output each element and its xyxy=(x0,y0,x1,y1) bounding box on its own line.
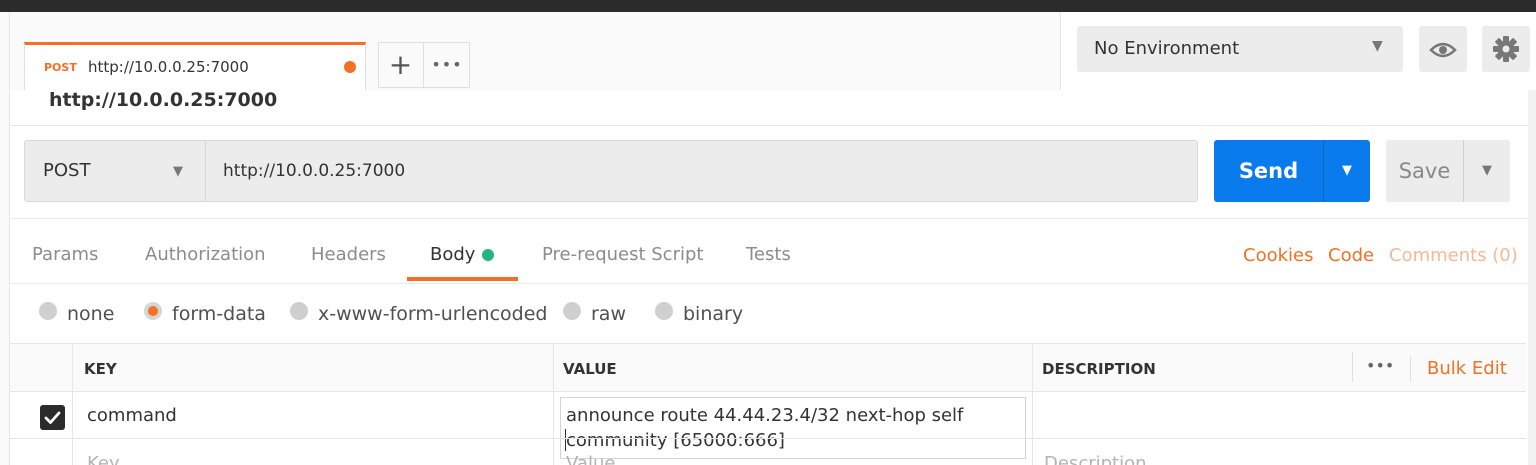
request-tab-url: http://10.0.0.25:7000 xyxy=(88,58,249,76)
column-divider xyxy=(1032,344,1033,465)
divider xyxy=(1352,352,1353,382)
table-header xyxy=(10,344,1526,392)
sidebar-edge xyxy=(0,12,10,465)
radio-form-data[interactable] xyxy=(144,302,162,320)
column-divider xyxy=(72,344,73,465)
save-button[interactable]: Save xyxy=(1386,140,1463,202)
row-key[interactable]: command xyxy=(87,405,177,426)
column-header-description: DESCRIPTION xyxy=(1042,360,1156,378)
send-button[interactable]: Send xyxy=(1214,140,1323,202)
table-more-button[interactable]: ••• xyxy=(1366,356,1394,375)
save-options-button[interactable]: ▼ xyxy=(1463,140,1510,202)
radio-raw-label[interactable]: raw xyxy=(591,303,626,325)
tab-headers[interactable]: Headers xyxy=(311,244,386,265)
divider xyxy=(10,218,1536,219)
tab-body[interactable]: Body xyxy=(430,244,475,265)
method-label: POST xyxy=(43,160,91,181)
body-indicator-dot-icon xyxy=(482,249,494,261)
active-tab-indicator xyxy=(407,277,518,281)
divider xyxy=(10,283,1536,284)
cookies-link[interactable]: Cookies xyxy=(1243,245,1313,266)
unsaved-dot-icon[interactable] xyxy=(344,61,356,73)
new-key-input[interactable]: Key xyxy=(87,453,120,465)
row-enabled-checkbox[interactable] xyxy=(40,405,65,430)
radio-x-www-form-urlencoded-label[interactable]: x-www-form-urlencoded xyxy=(318,303,547,325)
title-bar xyxy=(0,0,1536,12)
request-tab-method: POST xyxy=(44,61,77,74)
column-header-key: KEY xyxy=(84,360,117,378)
chevron-down-icon: ▼ xyxy=(1342,163,1352,178)
radio-raw[interactable] xyxy=(563,302,581,320)
row-divider xyxy=(10,438,1526,439)
checkmark-icon xyxy=(44,411,61,424)
manage-environments-button[interactable] xyxy=(1482,26,1530,72)
column-header-value: VALUE xyxy=(563,360,617,378)
tab-pre-request-script[interactable]: Pre-request Script xyxy=(542,244,703,265)
code-link[interactable]: Code xyxy=(1328,245,1374,266)
comments-link[interactable]: Comments (0) xyxy=(1389,245,1518,266)
radio-binary-label[interactable]: binary xyxy=(683,303,743,325)
text-cursor xyxy=(565,429,566,451)
radio-x-www-form-urlencoded[interactable] xyxy=(290,302,308,320)
scrollbar[interactable] xyxy=(1528,90,1536,465)
tab-more-button[interactable]: ••• xyxy=(424,42,470,88)
chevron-down-icon: ▼ xyxy=(1372,38,1383,54)
tab-params[interactable]: Params xyxy=(32,244,98,265)
row-value-line-1: announce route 44.44.23.4/32 next-hop se… xyxy=(566,405,964,426)
gear-icon xyxy=(1493,36,1519,62)
tab-authorization[interactable]: Authorization xyxy=(145,244,266,265)
new-value-input[interactable]: Value xyxy=(566,453,615,465)
divider xyxy=(1410,356,1411,382)
chevron-down-icon: ▼ xyxy=(173,164,183,179)
environment-label: No Environment xyxy=(1094,38,1240,59)
tab-tests[interactable]: Tests xyxy=(746,244,791,265)
column-divider xyxy=(553,344,554,465)
send-options-button[interactable]: ▼ xyxy=(1323,140,1370,202)
postman-window: POST http://10.0.0.25:7000 + ••• http://… xyxy=(0,0,1536,465)
environment-divider xyxy=(1060,12,1061,90)
bulk-edit-link[interactable]: Bulk Edit xyxy=(1427,358,1507,379)
new-tab-button[interactable]: + xyxy=(378,42,424,88)
chevron-down-icon: ▼ xyxy=(1482,163,1492,178)
url-input-value: http://10.0.0.25:7000 xyxy=(223,161,406,181)
new-description-input[interactable]: Description xyxy=(1044,453,1147,465)
radio-none-label[interactable]: none xyxy=(67,303,114,325)
environment-quick-look-button[interactable] xyxy=(1419,26,1467,72)
row-value-line-2: community [65000:666] xyxy=(566,430,785,451)
radio-form-data-label[interactable]: form-data xyxy=(172,303,266,325)
radio-none[interactable] xyxy=(39,302,57,320)
request-title[interactable]: http://10.0.0.25:7000 xyxy=(49,89,277,111)
radio-binary[interactable] xyxy=(655,302,673,320)
eye-icon xyxy=(1429,42,1457,58)
